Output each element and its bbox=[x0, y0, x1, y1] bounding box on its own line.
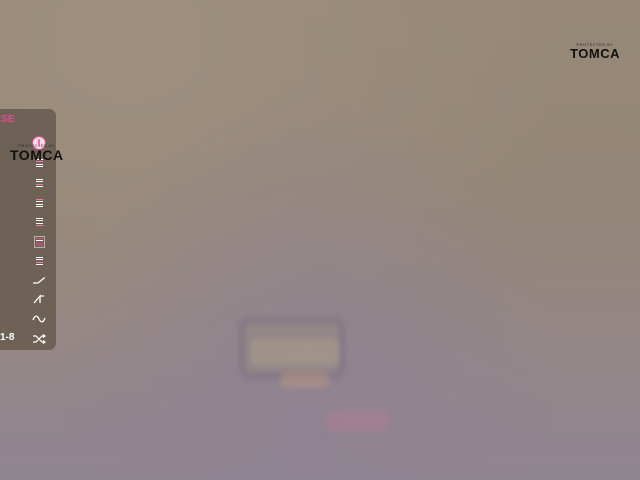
ramp-up-icon bbox=[33, 277, 45, 284]
sine-button[interactable] bbox=[29, 312, 49, 326]
watermark-logo: PROTECTED BY TOMCA bbox=[570, 43, 620, 61]
panel-brand-label: ISE bbox=[0, 114, 16, 125]
preset-2-icon bbox=[35, 179, 43, 187]
preset-5-icon bbox=[33, 236, 45, 248]
preset-4-button[interactable] bbox=[29, 215, 49, 229]
preset-4-icon bbox=[35, 218, 43, 226]
sawtooth-icon bbox=[33, 294, 44, 304]
preset-6-button[interactable] bbox=[29, 254, 49, 268]
shuffle-button[interactable] bbox=[29, 332, 49, 346]
blurred-background-shape bbox=[250, 338, 340, 366]
preset-3-icon bbox=[35, 199, 43, 207]
preset-6-icon bbox=[35, 257, 43, 265]
watermark-wordmark: TOMCA bbox=[570, 46, 620, 61]
preset-2-button[interactable] bbox=[29, 176, 49, 190]
sawtooth-button[interactable] bbox=[29, 292, 49, 306]
blurred-background-glow bbox=[326, 410, 390, 432]
preset-3-button[interactable] bbox=[29, 196, 49, 210]
sine-icon bbox=[32, 315, 46, 323]
channel-range-label: 1-8 bbox=[0, 332, 15, 343]
shuffle-icon bbox=[33, 334, 46, 344]
blurred-background-glow bbox=[280, 372, 330, 388]
watermark-logo: PROTECTED BY TOMCA bbox=[10, 144, 64, 163]
ramp-up-button[interactable] bbox=[29, 273, 49, 287]
preset-5-button[interactable] bbox=[29, 235, 49, 249]
watermark-wordmark: TOMCA bbox=[10, 147, 64, 163]
